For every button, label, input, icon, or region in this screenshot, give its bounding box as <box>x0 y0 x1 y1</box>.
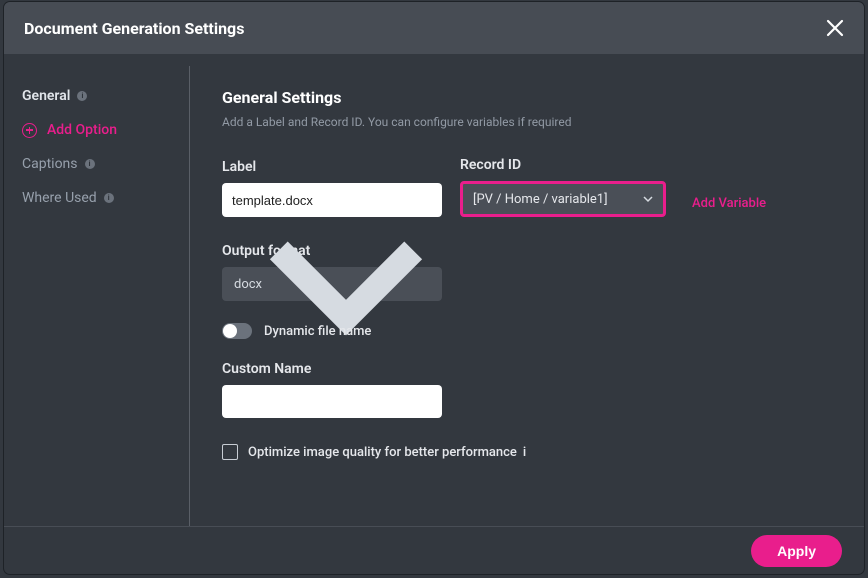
plus-circle-icon <box>22 123 37 138</box>
toggle-knob <box>223 324 237 338</box>
modal-header: Document Generation Settings <box>4 2 864 54</box>
dynamic-name-row: Dynamic file name <box>222 323 844 339</box>
optimize-label-text: Optimize image quality for better perfor… <box>248 445 517 460</box>
record-id-label: Record ID <box>460 157 666 173</box>
chevron-down-icon <box>643 194 653 204</box>
custom-name-label: Custom Name <box>222 361 844 377</box>
panel-title: General Settings <box>222 88 844 107</box>
custom-name-group: Custom Name <box>222 361 844 418</box>
sidebar-item-label: Captions <box>22 156 78 172</box>
custom-name-input[interactable] <box>222 385 442 418</box>
info-icon: i <box>77 91 87 101</box>
add-variable-label: Add Variable <box>692 196 766 211</box>
settings-panel: General Settings Add a Label and Record … <box>190 66 864 526</box>
add-option-button[interactable]: Add Option <box>22 122 173 138</box>
dynamic-name-label: Dynamic file name <box>264 324 371 339</box>
sidebar-item-captions[interactable]: Captions i <box>22 156 173 172</box>
label-field-label: Label <box>222 159 442 175</box>
settings-modal: Document Generation Settings General i A… <box>4 2 864 574</box>
close-icon <box>826 19 844 37</box>
info-icon: i <box>104 193 114 203</box>
optimize-checkbox[interactable] <box>222 444 238 460</box>
sidebar-item-label: Where Used <box>22 190 97 206</box>
dynamic-name-toggle[interactable] <box>222 323 252 339</box>
optimize-row: Optimize image quality for better perfor… <box>222 444 844 460</box>
optimize-label: Optimize image quality for better perfor… <box>248 445 526 460</box>
output-format-value: docx <box>234 277 262 292</box>
modal-title: Document Generation Settings <box>24 19 244 38</box>
sidebar-item-where-used[interactable]: Where Used i <box>22 190 173 206</box>
output-format-group: Output format docx <box>222 243 844 301</box>
modal-body: General i Add Option Captions i Where Us… <box>4 54 864 526</box>
apply-button[interactable]: Apply <box>751 535 842 567</box>
info-icon: i <box>523 445 526 460</box>
chevron-down-icon <box>262 200 430 368</box>
output-format-dropdown[interactable]: docx <box>222 267 442 301</box>
panel-subtitle: Add a Label and Record ID. You can confi… <box>222 115 844 129</box>
add-option-label: Add Option <box>47 122 117 138</box>
close-button[interactable] <box>826 19 844 37</box>
info-icon: i <box>85 159 95 169</box>
add-variable-button[interactable]: Add Variable <box>684 196 766 211</box>
record-id-value: [PV / Home / variable1] <box>473 192 608 207</box>
modal-footer: Apply <box>4 526 864 574</box>
record-id-dropdown[interactable]: [PV / Home / variable1] <box>460 181 666 217</box>
sidebar-item-label: General <box>22 88 70 104</box>
sidebar: General i Add Option Captions i Where Us… <box>4 66 190 526</box>
record-id-field-group: Record ID [PV / Home / variable1] <box>460 157 666 217</box>
sidebar-item-general[interactable]: General i <box>22 88 173 104</box>
